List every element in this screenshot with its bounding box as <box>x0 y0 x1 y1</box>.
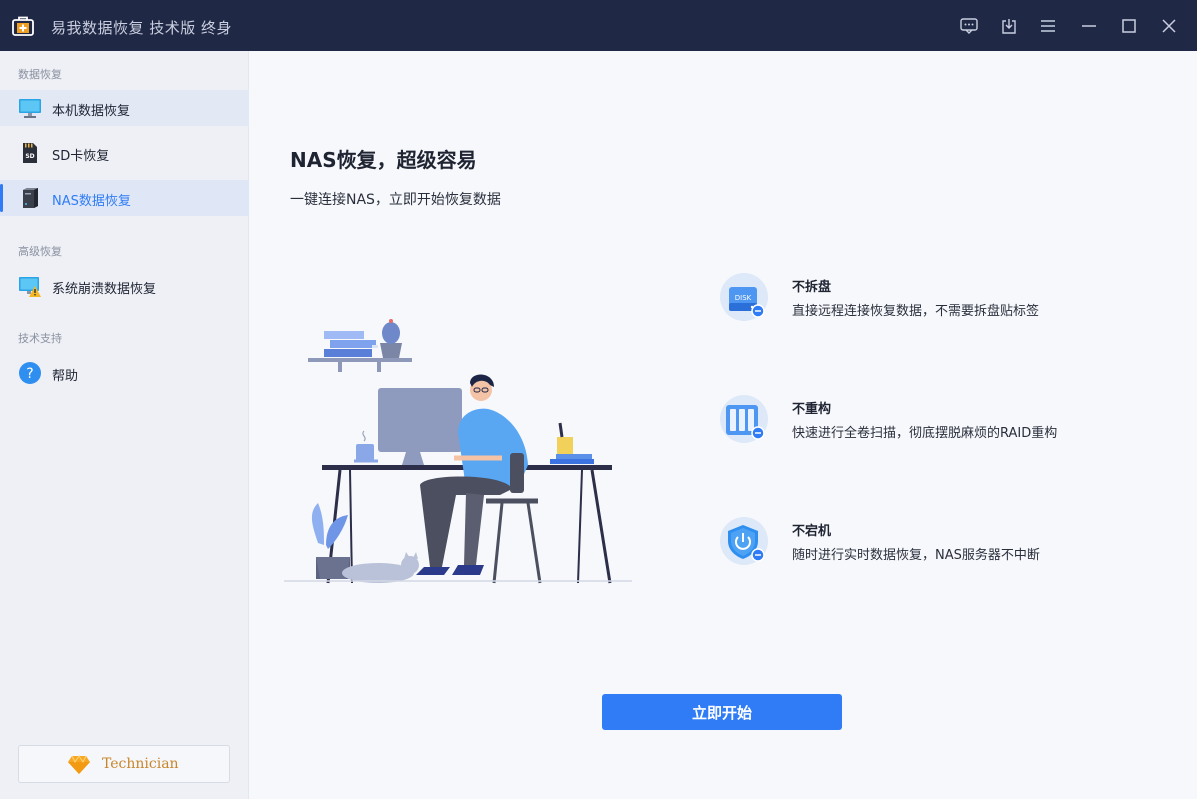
sidebar-item-label: 帮助 <box>52 369 79 384</box>
sidebar-item-label: 本机数据恢复 <box>52 104 131 119</box>
disk-icon-label: DISK <box>735 294 752 302</box>
minimize-button[interactable] <box>1076 13 1102 39</box>
power-shield-icon <box>720 517 768 565</box>
section-label-data-recovery: 数据恢复 <box>18 68 62 81</box>
svg-text:?: ? <box>26 366 33 382</box>
feedback-button[interactable] <box>956 13 982 39</box>
diamond-icon <box>68 755 90 774</box>
nas-recovery-illustration <box>284 319 632 584</box>
menu-icon <box>1041 20 1055 32</box>
sidebar-item-local-recovery[interactable]: 本机数据恢复 <box>0 90 249 126</box>
feature-no-rebuild: 不重构 快速进行全卷扫描，彻底摆脱麻烦的RAID重构 <box>720 395 1160 455</box>
sidebar-item-label: 系统崩溃数据恢复 <box>52 282 157 297</box>
section-label-tech-support: 技术支持 <box>18 332 62 345</box>
system-crash-icon <box>19 277 41 297</box>
feature-no-downtime: 不宕机 随时进行实时数据恢复，NAS服务器不中断 <box>720 517 1160 577</box>
svg-text:SD: SD <box>25 153 34 160</box>
feature-description: 随时进行实时数据恢复，NAS服务器不中断 <box>792 548 1040 563</box>
feature-description: 直接远程连接恢复数据，不需要拆盘贴标签 <box>792 304 1040 319</box>
sidebar-item-help[interactable]: ? 帮助 <box>0 355 249 391</box>
close-icon <box>1162 19 1176 33</box>
disk-icon: DISK <box>720 273 768 321</box>
sidebar-item-label: SD卡恢复 <box>52 149 110 164</box>
feature-title: 不重构 <box>792 402 832 417</box>
feature-no-disassembly: DISK 不拆盘 直接远程连接恢复数据，不需要拆盘贴标签 <box>720 273 1160 333</box>
sidebar-item-nas-recovery[interactable]: NAS数据恢复 <box>0 180 249 216</box>
feature-title: 不宕机 <box>792 524 832 539</box>
minimize-icon <box>1082 25 1096 27</box>
sidebar-item-sd-card[interactable]: SD SD卡恢复 <box>0 135 249 171</box>
technician-button[interactable]: Technician <box>18 745 230 783</box>
menu-button[interactable] <box>1035 13 1061 39</box>
help-icon: ? <box>19 362 41 384</box>
raid-icon <box>720 395 768 443</box>
page-title: NAS恢复，超级容易 <box>290 148 477 172</box>
monitor-icon <box>19 99 41 118</box>
sidebar-item-system-crash-recovery[interactable]: 系统崩溃数据恢复 <box>0 268 249 304</box>
page-subtitle: 一键连接NAS，立即开始恢复数据 <box>290 192 501 208</box>
maximize-icon <box>1122 19 1136 33</box>
nas-icon <box>23 188 38 208</box>
technician-label: Technician <box>102 756 179 772</box>
close-button[interactable] <box>1156 13 1182 39</box>
sd-card-icon: SD <box>23 143 37 163</box>
maximize-button[interactable] <box>1116 13 1142 39</box>
sidebar: 数据恢复 本机数据恢复 SD SD卡恢复 NAS数据恢复 高级恢复 系统崩溃数据… <box>0 51 249 799</box>
start-now-button[interactable]: 立即开始 <box>602 694 842 730</box>
app-logo-icon <box>12 16 34 36</box>
feature-title: 不拆盘 <box>792 280 832 295</box>
feature-description: 快速进行全卷扫描，彻底摆脱麻烦的RAID重构 <box>792 426 1058 441</box>
section-label-advanced-recovery: 高级恢复 <box>18 245 62 258</box>
download-button[interactable] <box>996 13 1022 39</box>
feedback-icon <box>960 18 978 34</box>
main-content: NAS恢复，超级容易 一键连接NAS，立即开始恢复数据 DISK 不拆盘 直接远… <box>250 51 1197 799</box>
sidebar-item-label: NAS数据恢复 <box>52 194 131 209</box>
app-title: 易我数据恢复 技术版 终身 <box>51 19 233 37</box>
title-bar: 易我数据恢复 技术版 终身 <box>0 0 1197 51</box>
download-icon <box>1002 18 1016 34</box>
